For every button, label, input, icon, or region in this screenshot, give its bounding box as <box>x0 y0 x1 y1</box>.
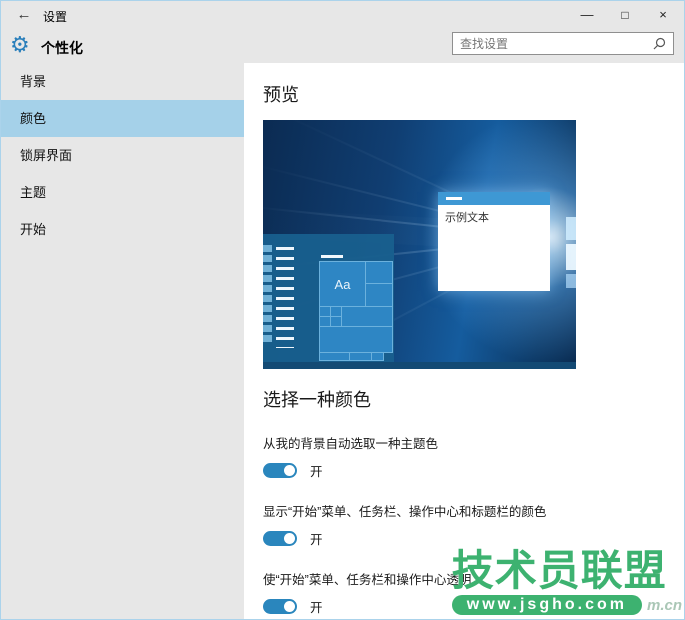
toggle-state-label: 开 <box>310 533 323 547</box>
show-color-toggle[interactable] <box>263 531 297 546</box>
preview-image: Aa 示例文本 <box>263 120 576 369</box>
tile <box>341 306 393 327</box>
preview-sample-window: 示例文本 <box>438 192 550 291</box>
sidebar-item-themes[interactable]: 主题 <box>1 174 244 211</box>
watermark-name: 技术员联盟 <box>451 547 667 594</box>
tile <box>365 261 393 284</box>
maximize-icon[interactable]: □ <box>606 2 644 27</box>
back-icon[interactable]: ← <box>11 4 37 26</box>
start-menu-mini-tiles <box>263 245 272 345</box>
toggle-knob <box>284 601 295 612</box>
preview-start-menu: Aa <box>263 234 394 362</box>
start-menu-tile-group: Aa <box>319 255 393 361</box>
tile <box>371 352 384 361</box>
watermark-url-row: www.jsgho.com m.cn <box>451 595 682 615</box>
transparency-toggle[interactable] <box>263 599 297 614</box>
sidebar-item-colors[interactable]: 颜色 <box>1 100 244 137</box>
tile <box>365 283 393 307</box>
sidebar-item-lockscreen[interactable]: 锁屏界面 <box>1 137 244 174</box>
preview-heading: 预览 <box>263 85 299 105</box>
watermark: 技术员联盟 www.jsgho.com m.cn <box>451 547 682 615</box>
tile <box>319 352 350 361</box>
watermark-suffix: m.cn <box>646 596 682 614</box>
toggle-knob <box>284 533 295 544</box>
search-input[interactable] <box>453 36 653 51</box>
auto-accent-row: 开 <box>263 461 684 480</box>
close-icon[interactable]: × <box>644 2 682 27</box>
auto-accent-toggle[interactable] <box>263 463 297 478</box>
search-box[interactable] <box>452 32 674 55</box>
tile <box>349 352 372 361</box>
app-header: ⚙ 个性化 <box>1 29 684 63</box>
sample-window-text: 示例文本 <box>445 212 489 224</box>
windows-logo-pane <box>566 217 576 240</box>
preview-taskbar <box>263 362 576 369</box>
sample-window-titlebar <box>438 192 550 205</box>
sample-window-title-placeholder <box>446 197 462 200</box>
main-content: 预览 Aa 示例文本 选择一种颜色 从我的背景自动选取一种主题色 开 显示“开始… <box>244 63 684 619</box>
watermark-url: www.jsgho.com <box>451 595 642 615</box>
tile-group-title-placeholder <box>321 255 343 258</box>
minimize-icon[interactable]: — <box>568 2 606 27</box>
accent-sample-tile: Aa <box>319 261 366 307</box>
sidebar-item-start[interactable]: 开始 <box>1 211 244 248</box>
window-controls: — □ × <box>568 2 682 27</box>
window-title: 设置 <box>43 10 68 24</box>
sidebar: 背景 颜色 锁屏界面 主题 开始 <box>1 63 244 619</box>
toggle-state-label: 开 <box>310 465 323 479</box>
choose-color-heading: 选择一种颜色 <box>263 390 371 410</box>
titlebar: ← 设置 — □ × <box>1 1 684 29</box>
settings-window: ← 设置 — □ × ⚙ 个性化 背景 颜色 锁屏界面 主题 开始 <box>0 0 685 620</box>
toggle-knob <box>284 465 295 476</box>
show-color-label: 显示“开始”菜单、任务栏、操作中心和标题栏的颜色 <box>263 505 547 519</box>
tile <box>319 326 393 353</box>
show-color-row: 开 <box>263 529 684 548</box>
search-icon[interactable] <box>653 37 666 50</box>
start-menu-item-placeholders <box>276 247 294 348</box>
toggle-state-label: 开 <box>310 601 323 615</box>
page-title: 个性化 <box>41 40 83 56</box>
auto-accent-label: 从我的背景自动选取一种主题色 <box>263 437 439 451</box>
gear-icon: ⚙ <box>10 32 30 57</box>
sidebar-item-background[interactable]: 背景 <box>1 63 244 100</box>
windows-logo-pane <box>566 274 576 288</box>
windows-logo-pane <box>566 244 576 270</box>
